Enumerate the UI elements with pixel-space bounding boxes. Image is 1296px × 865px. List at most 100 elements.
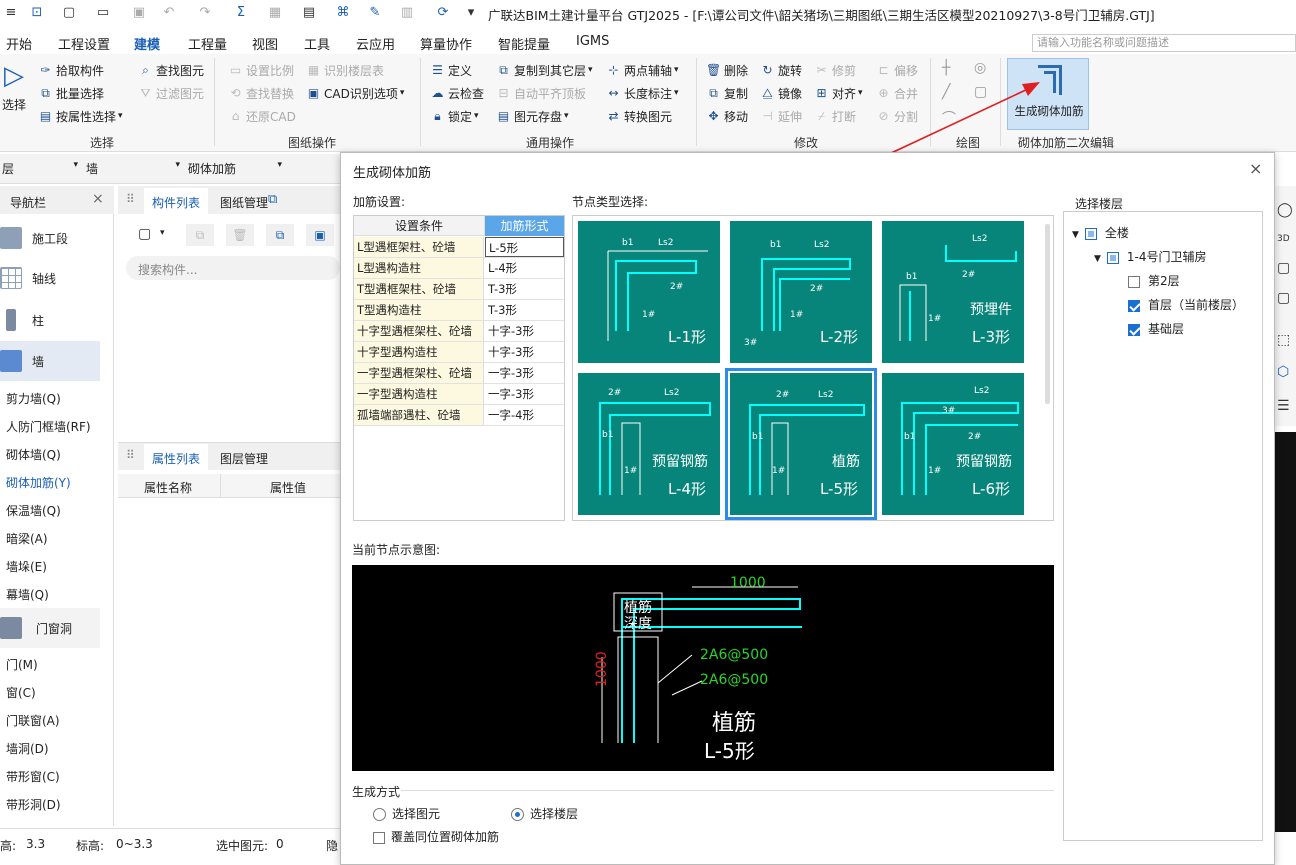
copy-layer-icon[interactable]: ⧉ xyxy=(266,224,294,246)
drag-handle-icon[interactable]: ⠿ xyxy=(126,448,135,462)
report-icon[interactable]: ▥ xyxy=(398,3,416,21)
select-element-option[interactable]: 选择图元 xyxy=(373,805,440,822)
checkbox-icon[interactable] xyxy=(1084,227,1097,240)
rotate-button[interactable]: ↻ 旋转 xyxy=(760,60,802,80)
table-row[interactable]: L型遇框架柱、砼墙 L-5形 xyxy=(354,237,564,258)
copy-button[interactable]: ⧉ 复制 xyxy=(706,83,748,103)
nav-item-wall[interactable]: 墙 xyxy=(0,341,100,381)
grid-icon[interactable]: ▦ xyxy=(266,3,284,21)
select-box-icon[interactable]: ⬚ xyxy=(1277,332,1290,348)
node-l4[interactable]: 2# Ls2 b1 1# 预留钢筋 L-4形 xyxy=(578,373,720,515)
nav-strip-window[interactable]: 带形窗(C) xyxy=(6,768,60,785)
customize-icon[interactable]: ▾ xyxy=(462,3,480,21)
nav-wall-pier[interactable]: 墙垛(E) xyxy=(6,558,47,575)
orbit-icon[interactable]: ◯ xyxy=(1277,202,1293,218)
tab-view[interactable]: 视图 xyxy=(252,34,278,53)
nav-wall-opening[interactable]: 墙洞(D) xyxy=(6,740,49,757)
caret-down-icon[interactable]: ▼ xyxy=(1072,230,1079,240)
table-row[interactable]: T型遇框架柱、砼墙 T-3形 xyxy=(354,279,564,300)
tree-node-building[interactable]: ▼ 1-4号门卫辅房 xyxy=(1094,248,1207,265)
nav-hidden-beam[interactable]: 暗梁(A) xyxy=(6,530,48,547)
lock-button[interactable]: 🔒︎ 锁定 ▾ xyxy=(430,106,478,126)
floor-select[interactable]: 层 ▾ xyxy=(2,160,78,178)
checkbox-checked-icon[interactable] xyxy=(1128,299,1140,312)
drawing-canvas[interactable] xyxy=(1275,432,1296,832)
tree-node-floor-2[interactable]: 第2层 xyxy=(1128,272,1180,289)
tab-quantity[interactable]: 工程量 xyxy=(188,34,227,53)
node-l3[interactable]: b1 Ls2 2# 1# 预埋件 L-3形 xyxy=(882,221,1024,363)
3d-view-icon[interactable]: 3D xyxy=(1277,234,1290,244)
nav-insulation-wall[interactable]: 保温墙(Q) xyxy=(6,502,61,519)
convert-element-button[interactable]: ⇄ 转换图元 xyxy=(606,106,672,126)
checkbox-icon[interactable] xyxy=(1128,275,1140,288)
function-search-input[interactable]: 请输入功能名称或问题描述 xyxy=(1032,34,1296,52)
nav-door-window-combo[interactable]: 门联窗(A) xyxy=(6,712,60,729)
extend-button[interactable]: ⊣ 延伸 xyxy=(760,106,802,126)
select-floor-option[interactable]: 选择楼层 xyxy=(511,805,578,822)
tree-node-foundation[interactable]: 基础层 xyxy=(1128,320,1184,337)
copy-to-floor-button[interactable]: ⧉ 复制到其它层 ▾ xyxy=(496,60,592,80)
undo-icon[interactable]: ↶ xyxy=(160,3,178,21)
pen-icon[interactable]: ✎ xyxy=(366,3,384,21)
restore-cad-button[interactable]: ⌂ 还原CAD xyxy=(228,106,296,126)
isometric-icon[interactable]: ⬡ xyxy=(1277,364,1289,380)
nav-masonry-wall[interactable]: 砌体墙(Q) xyxy=(6,446,61,463)
tab-property-list[interactable]: 属性列表 xyxy=(144,444,209,470)
set-scale-button[interactable]: ▭ 设置比例 xyxy=(228,60,294,80)
mirror-button[interactable]: ⧋ 镜像 xyxy=(760,83,802,103)
tab-tools[interactable]: 工具 xyxy=(304,34,330,53)
gallery-scrollbar[interactable] xyxy=(1045,224,1050,404)
tab-igms[interactable]: IGMS xyxy=(576,34,609,49)
select-tool-button[interactable]: ▷ 选择 xyxy=(0,62,28,122)
copy-icon[interactable]: ⧉ xyxy=(268,192,277,207)
subtype-select[interactable]: 砌体加筋 ▾ xyxy=(188,160,282,178)
tab-collab[interactable]: 算量协作 xyxy=(420,34,472,53)
delete-button[interactable]: 🗑︎ 删除 xyxy=(706,60,748,80)
node-l1[interactable]: b1 Ls2 2# 1# L-1形 xyxy=(578,221,720,363)
two-point-axis-button[interactable]: ⊹ 两点辅轴 ▾ xyxy=(606,60,678,80)
cloud-check-button[interactable]: ☁ 云检查 xyxy=(430,83,485,103)
batch-select-button[interactable]: ⧉ 批量选择 xyxy=(38,83,104,103)
tree-node-all[interactable]: ▼ 全楼 xyxy=(1072,224,1129,241)
redo-icon[interactable]: ↷ xyxy=(196,3,214,21)
move-button[interactable]: ✥ 移动 xyxy=(706,106,748,126)
new-component-icon[interactable]: ▢ xyxy=(138,226,151,242)
overwrite-checkbox[interactable]: 覆盖同位置砌体加筋 xyxy=(373,828,499,845)
filter-icon[interactable]: ▣ xyxy=(306,224,334,246)
nav-item-axis[interactable]: 轴线 xyxy=(0,258,100,298)
type-select[interactable]: 墙 ▾ xyxy=(86,160,180,178)
tab-component-list[interactable]: 构件列表 xyxy=(144,188,209,214)
tab-drawing-management[interactable]: 图纸管理 xyxy=(220,194,268,211)
node-l2[interactable]: b1 Ls2 2# 1# 3# L-2形 xyxy=(730,221,872,363)
find-replace-button[interactable]: ⟲ 查找替换 xyxy=(228,83,294,103)
save-icon[interactable]: ▣ xyxy=(130,3,148,21)
length-dimension-button[interactable]: ↔ 长度标注 ▾ xyxy=(606,83,678,103)
find-element-button[interactable]: ⌕ 查找图元 xyxy=(138,60,204,80)
define-button[interactable]: ☰ 定义 xyxy=(430,60,472,80)
table-row[interactable]: 十字型遇框架柱、砼墙 十字-3形 xyxy=(354,321,564,342)
nav-civil-defense-wall[interactable]: 人防门框墙(RF) xyxy=(6,418,91,435)
table-row[interactable]: 孤墙端部遇柱、砼墙 一字-4形 xyxy=(354,405,564,426)
filter-element-button[interactable]: ⛛ 过滤图元 xyxy=(138,83,204,103)
drag-handle-icon[interactable]: ⠿ xyxy=(126,192,135,206)
new-file-icon[interactable]: ▢ xyxy=(60,3,78,21)
tab-start[interactable]: 开始 xyxy=(6,34,32,53)
open-folder-icon[interactable]: ▭ xyxy=(94,3,112,21)
table-row[interactable]: 一字型遇框架柱、砼墙 一字-3形 xyxy=(354,363,564,384)
identify-floor-table-button[interactable]: ▦ 识别楼层表 xyxy=(306,60,384,80)
nav-item-construction-section[interactable]: 施工段 xyxy=(0,218,100,258)
duplicate-icon[interactable]: ⧉ xyxy=(186,224,214,246)
node-l5[interactable]: 2# Ls2 b1 1# 植筋 L-5形 xyxy=(725,368,877,520)
app-menu-icon[interactable]: ≡ xyxy=(2,3,20,21)
sync-icon[interactable]: ⟳ xyxy=(434,3,452,21)
table-row[interactable]: 十字型遇构造柱 十字-3形 xyxy=(354,342,564,363)
close-icon[interactable]: × xyxy=(92,191,104,207)
nav-item-column[interactable]: 柱 xyxy=(0,300,100,340)
table-row[interactable]: L型遇构造柱 L-4形 xyxy=(354,258,564,279)
nav-strip-opening[interactable]: 带形洞(D) xyxy=(6,796,61,813)
chevron-down-icon[interactable]: ▾ xyxy=(160,228,165,238)
nav-masonry-rebar[interactable]: 砌体加筋(Y) xyxy=(6,474,71,491)
tab-smart[interactable]: 智能提量 xyxy=(498,34,550,53)
caret-down-icon[interactable]: ▼ xyxy=(1094,254,1101,264)
nav-door[interactable]: 门(M) xyxy=(6,656,38,673)
